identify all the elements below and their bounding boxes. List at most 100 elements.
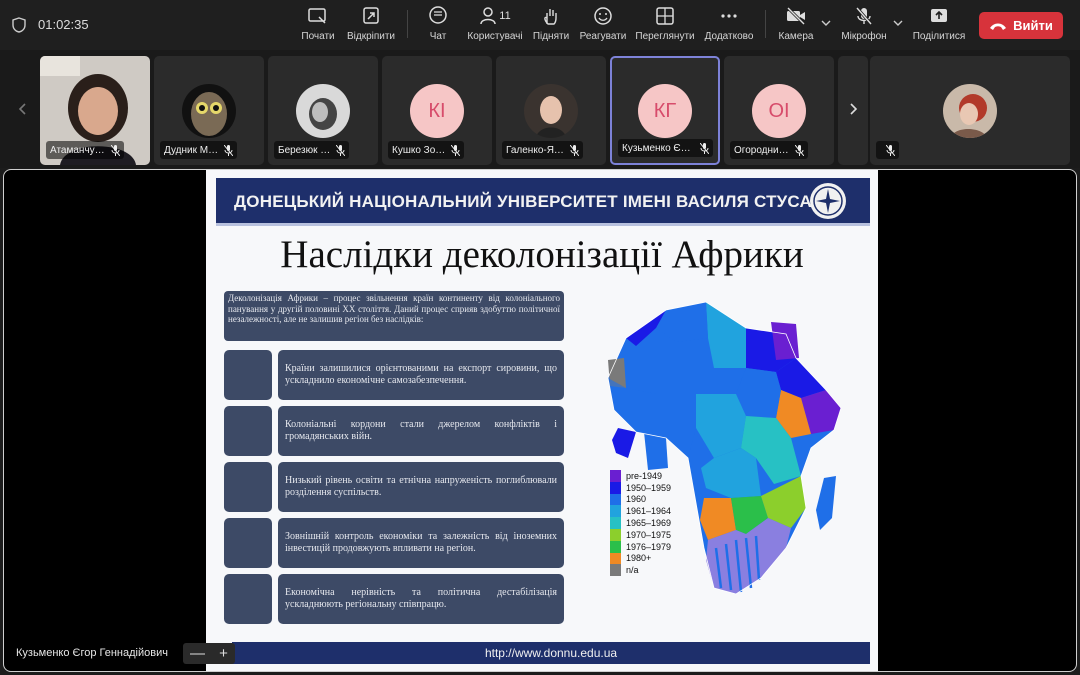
slide-footer-url: http://www.donnu.edu.ua — [232, 642, 870, 664]
consequence-item: Зовнішній контроль економіки та залежніс… — [224, 518, 564, 568]
mic-off-icon — [110, 144, 120, 156]
legend-item: 1960 — [610, 493, 671, 506]
record-button[interactable]: Почати — [298, 6, 338, 46]
bullet-square — [224, 574, 272, 624]
presentation-slide: ДОНЕЦЬКИЙ НАЦІОНАЛЬНИЙ УНІВЕРСИТЕТ ІМЕНІ… — [206, 170, 878, 671]
more-icon — [721, 14, 737, 18]
slide-banner: ДОНЕЦЬКИЙ НАЦІОНАЛЬНИЙ УНІВЕРСИТЕТ ІМЕНІ… — [216, 178, 870, 226]
chat-button[interactable]: Чат — [422, 6, 454, 46]
participant-tile[interactable]: Атаманчу… — [40, 56, 150, 165]
participant-avatar — [524, 84, 578, 138]
legend-label: 1960 — [626, 494, 647, 505]
hang-up-icon — [990, 23, 1007, 30]
map-legend: pre-1949 1950–1959 1960 1961–1964 1965–1969 1… — [610, 470, 672, 577]
meeting-toolbar: 01:02:35 Почати Відкріпити Чат 11 Корист… — [0, 0, 1080, 50]
mic-off-icon — [451, 144, 461, 156]
smile-icon — [594, 7, 612, 25]
grid-view-icon — [656, 7, 674, 25]
legend-item: 1976–1979 — [610, 540, 671, 553]
slide-title: Наслідки деколонізації Африки — [280, 233, 804, 276]
participant-avatar — [182, 84, 236, 138]
microphone-button[interactable]: Мікрофон — [839, 6, 889, 46]
legend-label: 1980+ — [626, 553, 652, 564]
participant-nameplate — [876, 141, 899, 159]
legend-item: 1950–1959 — [610, 481, 672, 494]
chevron-left-icon[interactable] — [16, 102, 30, 116]
participant-tile-active-speaker[interactable]: КГ Кузьменко Єг… — [610, 56, 720, 165]
chevron-right-icon[interactable] — [846, 102, 860, 116]
participant-avatar — [296, 84, 350, 138]
camera-off-icon — [786, 6, 806, 26]
chevron-down-icon[interactable] — [893, 18, 903, 28]
participant-tile[interactable]: ОІ Огородни… — [724, 56, 834, 165]
legend-label: 1950–1959 — [626, 482, 672, 493]
shared-screen-owner: Кузьменко Єгор Геннадійович — [16, 647, 168, 659]
participant-initials: КІ — [410, 84, 464, 138]
participant-tile[interactable] — [870, 56, 1070, 165]
participant-nameplate: Галенко-Я… — [502, 141, 583, 159]
participant-avatar — [943, 84, 997, 138]
participant-tile[interactable]: Галенко-Я… — [496, 56, 606, 165]
bullet-square — [224, 462, 272, 512]
chat-icon — [429, 6, 447, 24]
users-icon — [480, 7, 497, 25]
mic-off-icon — [700, 142, 709, 154]
participant-tile[interactable]: Дудник М… — [154, 56, 264, 165]
view-button[interactable]: Переглянути — [634, 6, 696, 46]
share-screen-icon — [931, 9, 947, 22]
toolbar-divider — [765, 10, 766, 38]
zoom-in-button[interactable]: + — [219, 645, 228, 662]
raise-hand-button[interactable]: Підняти — [531, 6, 571, 46]
legend-label: n/a — [626, 565, 639, 576]
legend-item: 1965–1969 — [610, 517, 671, 529]
record-screen-icon — [308, 8, 326, 24]
consequence-item: Колоніальні кордони стали джерелом конфл… — [224, 406, 564, 456]
mic-off-icon — [855, 7, 873, 25]
legend-label: pre-1949 — [626, 470, 663, 481]
bullet-square — [224, 518, 272, 568]
mic-off-icon — [886, 144, 895, 156]
participant-nameplate: Кузьменко Єг… — [618, 139, 713, 157]
zoom-controls: — + — [183, 643, 235, 664]
chevron-down-icon[interactable] — [821, 18, 831, 28]
shield-icon[interactable] — [12, 17, 26, 33]
consequence-item: Країни залишилися орієнтованими на експо… — [224, 350, 564, 400]
participant-nameplate: Огородни… — [730, 141, 808, 159]
leave-button[interactable]: Вийти — [979, 12, 1063, 39]
consequence-text: Колоніальні кордони стали джерелом конфл… — [278, 406, 564, 456]
participant-nameplate: Дудник М… — [160, 141, 238, 159]
raise-hand-icon — [544, 9, 557, 25]
participant-nameplate: Березюк … — [274, 141, 350, 159]
participants-button[interactable]: 11 Користувачі — [464, 6, 526, 46]
slide-intro-text: Деколонізація Африки – процес звільнення… — [224, 291, 564, 341]
participant-tile[interactable]: КІ Кушко Зо… — [382, 56, 492, 165]
camera-button[interactable]: Камера — [776, 6, 816, 46]
legend-swatch — [610, 528, 621, 541]
shared-screen[interactable]: ДОНЕЦЬКИЙ НАЦІОНАЛЬНИЙ УНІВЕРСИТЕТ ІМЕНІ… — [3, 169, 1077, 672]
participant-initials: ОІ — [752, 84, 806, 138]
legend-item: n/a — [610, 564, 671, 577]
legend-swatch — [610, 540, 621, 553]
legend-item: 1970–1975 — [610, 528, 672, 541]
mic-off-icon — [336, 144, 346, 156]
legend-swatch — [610, 505, 621, 518]
meeting-timer: 01:02:35 — [38, 17, 89, 32]
zoom-out-button[interactable]: — — [190, 645, 205, 662]
participants-count: 11 — [499, 10, 511, 22]
legend-swatch — [610, 470, 621, 482]
legend-swatch — [610, 493, 621, 506]
legend-label: 1970–1975 — [626, 529, 672, 540]
participant-tile[interactable]: Березюк … — [268, 56, 378, 165]
mic-off-icon — [224, 144, 234, 156]
legend-item: pre-1949 — [610, 470, 671, 482]
legend-swatch — [610, 481, 621, 494]
participant-initials: КГ — [638, 84, 692, 138]
legend-swatch — [610, 517, 621, 529]
participant-nameplate: Кушко Зо… — [388, 141, 465, 159]
university-crest-icon — [810, 183, 846, 219]
share-screen-button[interactable]: Поділитися — [911, 6, 967, 46]
more-button[interactable]: Додатково — [702, 6, 756, 46]
unpin-button[interactable]: Відкріпити — [344, 6, 398, 46]
reactions-button[interactable]: Реагувати — [578, 6, 628, 46]
bullet-square — [224, 406, 272, 456]
